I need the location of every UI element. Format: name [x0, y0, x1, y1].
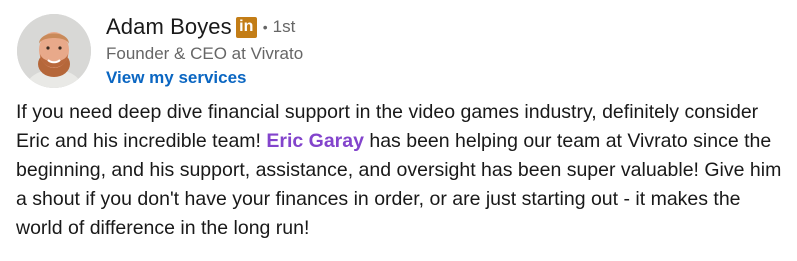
separator-dot: • — [262, 19, 268, 35]
author-avatar[interactable] — [17, 14, 91, 88]
author-headline: Founder & CEO at Vivrato — [106, 44, 304, 63]
author-header: Adam Boyes in • 1st Founder & CEO at Viv… — [106, 12, 303, 89]
author-name[interactable]: Adam Boyes — [106, 14, 232, 40]
mention-link[interactable]: Eric Garay — [266, 130, 364, 152]
view-services-link[interactable]: View my services — [106, 67, 303, 89]
recommendation-post: Adam Boyes in • 1st Founder & CEO at Viv… — [0, 0, 797, 261]
author-name-row: Adam Boyes in • 1st — [106, 12, 303, 42]
linkedin-badge-icon: in — [235, 16, 257, 38]
author-photo — [17, 14, 91, 88]
connection-degree: 1st — [272, 17, 296, 36]
post-body: If you need deep dive financial support … — [16, 98, 786, 243]
